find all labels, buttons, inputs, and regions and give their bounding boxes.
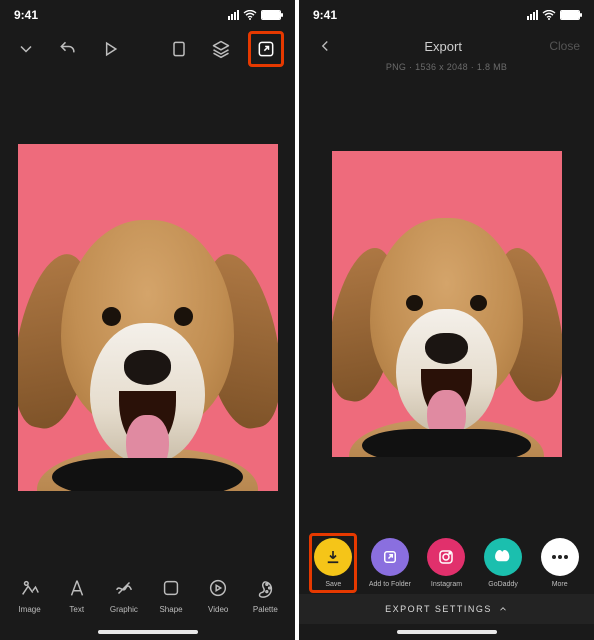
more-action[interactable]: More <box>533 538 587 588</box>
text-tool[interactable]: Text <box>55 577 99 614</box>
export-button-highlight <box>248 31 284 67</box>
export-header: Export Close <box>299 24 594 62</box>
export-title: Export <box>337 39 549 54</box>
status-indicators <box>527 10 580 20</box>
status-bar: 9:41 <box>299 0 594 24</box>
godaddy-action[interactable]: GoDaddy <box>476 538 530 588</box>
back-button[interactable] <box>313 34 337 58</box>
video-tool-label: Video <box>208 605 228 614</box>
export-preview <box>332 151 562 458</box>
instagram-action[interactable]: Instagram <box>419 538 473 588</box>
collapse-button[interactable] <box>14 37 38 61</box>
battery-icon <box>560 10 580 20</box>
close-button[interactable]: Close <box>549 39 580 53</box>
status-time: 9:41 <box>14 8 74 22</box>
video-tool[interactable]: Video <box>196 577 240 614</box>
preview-image <box>341 218 553 457</box>
export-preview-area <box>299 80 594 528</box>
editor-bottom-toolbar: Image Text Graphic Shape Video Palette <box>0 561 295 624</box>
cellular-signal-icon <box>527 10 538 20</box>
status-bar: 9:41 <box>0 0 295 24</box>
layers-button[interactable] <box>209 37 233 61</box>
export-button[interactable] <box>254 37 278 61</box>
editor-screen: 9:41 <box>0 0 295 640</box>
cellular-signal-icon <box>228 10 239 20</box>
folder-action-label: Add to Folder <box>369 581 411 588</box>
more-icon <box>541 538 579 576</box>
graphic-tool[interactable]: Graphic <box>102 577 146 614</box>
home-indicator[interactable] <box>397 630 497 634</box>
graphic-tool-label: Graphic <box>110 605 138 614</box>
editor-top-toolbar <box>0 24 295 74</box>
export-screen: 9:41 Export Close PNG · 1536 x 2048 · 1.… <box>299 0 594 640</box>
canvas-image <box>28 220 267 490</box>
godaddy-icon <box>484 538 522 576</box>
shape-tool[interactable]: Shape <box>149 577 193 614</box>
download-icon <box>314 538 352 576</box>
export-meta: PNG · 1536 x 2048 · 1.8 MB <box>299 62 594 80</box>
chevron-up-icon <box>498 604 508 614</box>
add-to-folder-action[interactable]: Add to Folder <box>363 538 417 588</box>
export-actions: Save Add to Folder Instagram GoDaddy <box>299 528 594 594</box>
instagram-action-label: Instagram <box>431 581 462 588</box>
status-indicators <box>228 10 281 20</box>
image-tool[interactable]: Image <box>8 577 52 614</box>
image-tool-label: Image <box>18 605 40 614</box>
more-action-label: More <box>552 581 568 588</box>
play-button[interactable] <box>98 37 122 61</box>
export-settings-button[interactable]: EXPORT SETTINGS <box>299 594 594 624</box>
wifi-icon <box>243 10 257 20</box>
save-action-label: Save <box>325 581 341 588</box>
editor-canvas-area[interactable] <box>0 74 295 561</box>
status-time: 9:41 <box>313 8 373 22</box>
home-indicator[interactable] <box>98 630 198 634</box>
palette-tool[interactable]: Palette <box>243 577 287 614</box>
canvas[interactable] <box>18 144 278 491</box>
save-action[interactable]: Save <box>306 538 360 588</box>
text-tool-label: Text <box>69 605 84 614</box>
godaddy-action-label: GoDaddy <box>488 581 518 588</box>
share-out-icon <box>371 538 409 576</box>
undo-button[interactable] <box>56 37 80 61</box>
instagram-icon <box>427 538 465 576</box>
export-settings-label: EXPORT SETTINGS <box>385 604 492 614</box>
pages-button[interactable] <box>167 37 191 61</box>
palette-tool-label: Palette <box>253 605 278 614</box>
wifi-icon <box>542 10 556 20</box>
battery-icon <box>261 10 281 20</box>
shape-tool-label: Shape <box>159 605 182 614</box>
